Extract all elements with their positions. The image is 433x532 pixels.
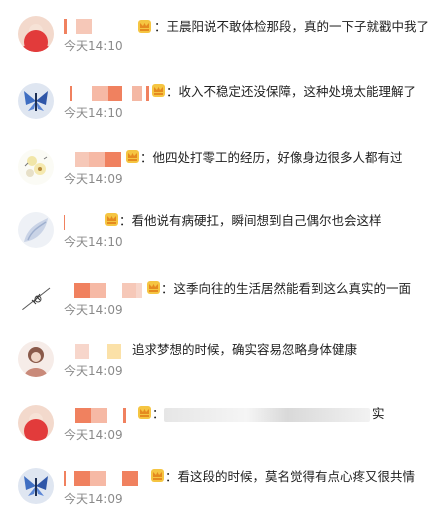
comment-time: 今天14:10 xyxy=(64,235,123,249)
comment-text: 追求梦想的时候，确实容易忽略身体健康 xyxy=(132,342,358,357)
comment-time: 今天14:09 xyxy=(64,303,123,317)
comment-item: ：收入不稳定还没保障，这种处境太能理解了 今天14:10 xyxy=(0,83,433,147)
avatar[interactable] xyxy=(18,212,54,248)
crown-icon xyxy=(105,213,118,226)
crown-icon xyxy=(152,84,165,97)
crown-icon xyxy=(151,469,164,482)
crown-icon xyxy=(126,150,139,163)
comment-text: ：王晨阳说不敢体检那段，真的一下子就戳中我了 xyxy=(154,19,430,34)
comment-time: 今天14:09 xyxy=(64,364,123,378)
comment-item: ：他四处打零工的经历，好像身边很多人都有过 今天14:09 xyxy=(0,149,433,213)
avatar[interactable] xyxy=(18,280,54,316)
comment-time: 今天14:10 xyxy=(64,106,123,120)
comment-text: ： xyxy=(152,406,165,421)
comment-item: ：看这段的时候，莫名觉得有点心疼又很共情 今天14:09 xyxy=(0,468,433,532)
comment-time: 今天14:10 xyxy=(64,39,123,53)
comment-item: ： 实 今天14:09 xyxy=(0,405,433,469)
comment-time: 今天14:09 xyxy=(64,172,123,186)
comment-text: ：看他说有病硬扛，瞬间想到自己偶尔也会这样 xyxy=(119,213,382,228)
comment-text: ：他四处打零工的经历，好像身边很多人都有过 xyxy=(140,150,403,165)
comment-time: 今天14:09 xyxy=(64,492,123,506)
comment-text: ：收入不稳定还没保障，这种处境太能理解了 xyxy=(166,84,417,99)
comment-text-end: 实 xyxy=(372,406,385,421)
crown-icon xyxy=(138,20,151,33)
crown-icon xyxy=(147,281,160,294)
avatar[interactable] xyxy=(18,405,54,441)
avatar[interactable] xyxy=(18,83,54,119)
avatar[interactable] xyxy=(18,16,54,52)
comment-item: ：王晨阳说不敢体检那段，真的一下子就戳中我了 今天14:10 xyxy=(0,16,433,80)
comment-text: ：这季向往的生活居然能看到这么真实的一面 xyxy=(161,281,412,296)
crown-icon xyxy=(138,406,151,419)
comment-time: 今天14:09 xyxy=(64,428,123,442)
redacted-text xyxy=(164,408,370,422)
avatar[interactable] xyxy=(18,149,54,185)
comment-item: 追求梦想的时候，确实容易忽略身体健康 今天14:09 xyxy=(0,341,433,405)
avatar[interactable] xyxy=(18,468,54,504)
avatar[interactable] xyxy=(18,341,54,377)
comment-item: ：看他说有病硬扛，瞬间想到自己偶尔也会这样 今天14:10 xyxy=(0,212,433,276)
comment-text: ：看这段的时候，莫名觉得有点心疼又很共情 xyxy=(165,469,416,484)
comment-item: ：这季向往的生活居然能看到这么真实的一面 今天14:09 xyxy=(0,280,433,344)
